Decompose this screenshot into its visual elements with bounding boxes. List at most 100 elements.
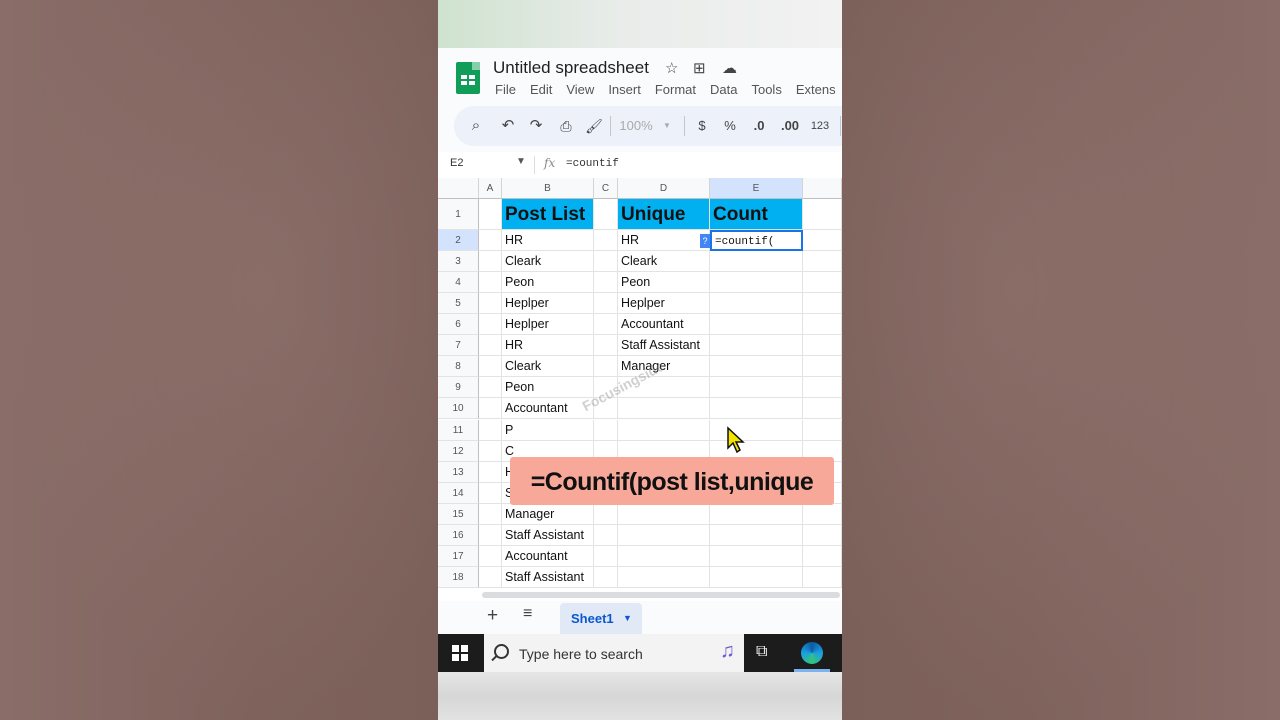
- post-list-cell[interactable]: Manager: [502, 503, 594, 525]
- grid-cell[interactable]: [594, 251, 618, 273]
- grid-cell[interactable]: [710, 566, 803, 588]
- grid-cell[interactable]: [479, 356, 502, 378]
- row-header[interactable]: 15: [438, 503, 479, 525]
- grid-cell[interactable]: [710, 398, 803, 420]
- task-view-icon[interactable]: ⧉: [756, 643, 767, 661]
- post-list-cell[interactable]: Cleark: [502, 356, 594, 378]
- grid-cell[interactable]: [803, 566, 842, 588]
- grid-cell[interactable]: [710, 377, 803, 399]
- grid-cell[interactable]: [479, 524, 502, 546]
- paint-format-icon[interactable]: 🖌: [584, 106, 604, 146]
- grid-cell[interactable]: [803, 524, 842, 546]
- grid-cell[interactable]: [479, 293, 502, 315]
- row-header[interactable]: 11: [438, 419, 479, 441]
- header-cell-unique[interactable]: Unique: [618, 199, 710, 230]
- row-header[interactable]: 10: [438, 398, 479, 420]
- post-list-cell[interactable]: P: [502, 419, 594, 441]
- menu-tools[interactable]: Tools: [751, 82, 781, 97]
- percent-format-button[interactable]: %: [722, 106, 738, 146]
- windows-start-icon[interactable]: [452, 645, 468, 661]
- active-cell-e2[interactable]: =countif(: [710, 230, 803, 251]
- grid-cell[interactable]: [594, 335, 618, 357]
- grid-cell[interactable]: [710, 524, 803, 546]
- number-format-button[interactable]: 123: [808, 106, 832, 146]
- grid-cell[interactable]: [803, 272, 842, 294]
- grid-cell[interactable]: [710, 314, 803, 336]
- column-header-b[interactable]: B: [502, 178, 594, 199]
- grid-cell[interactable]: [594, 356, 618, 378]
- menu-file[interactable]: File: [495, 82, 516, 97]
- music-widget-icon[interactable]: ♫: [720, 640, 735, 663]
- column-header-e[interactable]: E: [710, 178, 803, 199]
- post-list-cell[interactable]: Heplper: [502, 314, 594, 336]
- currency-format-button[interactable]: $: [694, 106, 710, 146]
- grid-cell[interactable]: [803, 335, 842, 357]
- unique-cell[interactable]: Cleark: [618, 251, 710, 273]
- grid-cell[interactable]: [710, 545, 803, 567]
- grid-cell[interactable]: [710, 419, 803, 441]
- grid-cell[interactable]: [618, 503, 710, 525]
- document-title[interactable]: Untitled spreadsheet: [493, 58, 649, 78]
- grid-cell[interactable]: [479, 461, 502, 483]
- print-icon[interactable]: ⎙: [556, 106, 576, 146]
- grid-cell[interactable]: [594, 524, 618, 546]
- row-header[interactable]: 9: [438, 377, 479, 399]
- menu-insert[interactable]: Insert: [608, 82, 641, 97]
- grid-cell[interactable]: [710, 503, 803, 525]
- edge-browser-icon[interactable]: [801, 642, 823, 664]
- grid-cell[interactable]: [479, 482, 502, 504]
- select-all-corner[interactable]: [438, 178, 479, 199]
- row-header[interactable]: 5: [438, 293, 479, 315]
- post-list-cell[interactable]: Staff Assistant: [502, 566, 594, 588]
- grid-cell[interactable]: [479, 335, 502, 357]
- formula-input[interactable]: =countif: [566, 158, 619, 170]
- zoom-select[interactable]: 100%: [616, 106, 656, 146]
- post-list-cell[interactable]: HR: [502, 335, 594, 357]
- grid-cell[interactable]: [479, 377, 502, 399]
- row-header[interactable]: 18: [438, 566, 479, 588]
- post-list-cell[interactable]: Staff Assistant: [502, 524, 594, 546]
- grid-cell[interactable]: [594, 272, 618, 294]
- grid-cell[interactable]: [803, 230, 842, 251]
- undo-icon[interactable]: ↶: [498, 106, 518, 146]
- sheets-logo-icon[interactable]: [456, 62, 480, 94]
- grid-cell[interactable]: [803, 419, 842, 441]
- grid-cell[interactable]: [479, 314, 502, 336]
- grid-cell[interactable]: [479, 251, 502, 273]
- grid-cell[interactable]: [710, 293, 803, 315]
- column-header-c[interactable]: C: [594, 178, 618, 199]
- grid-cell[interactable]: [594, 419, 618, 441]
- grid-cell[interactable]: [618, 566, 710, 588]
- post-list-cell[interactable]: Accountant: [502, 545, 594, 567]
- grid-cell[interactable]: [479, 545, 502, 567]
- menu-edit[interactable]: Edit: [530, 82, 552, 97]
- grid-cell[interactable]: [710, 356, 803, 378]
- row-header[interactable]: 14: [438, 482, 479, 504]
- post-list-cell[interactable]: Peon: [502, 272, 594, 294]
- menu-extensions[interactable]: Extens: [796, 82, 836, 97]
- row-header[interactable]: 1: [438, 199, 479, 230]
- decrease-decimal-button[interactable]: .0: [748, 106, 770, 146]
- redo-icon[interactable]: ↷: [526, 106, 546, 146]
- grid-cell[interactable]: [710, 272, 803, 294]
- row-header[interactable]: 7: [438, 335, 479, 357]
- sheet-tab-caret-icon[interactable]: ▼: [623, 613, 632, 623]
- grid-cell[interactable]: [618, 524, 710, 546]
- post-list-cell[interactable]: HR: [502, 230, 594, 251]
- grid-cell[interactable]: [594, 503, 618, 525]
- column-header-f[interactable]: [803, 178, 842, 199]
- cloud-status-icon[interactable]: ☁: [722, 59, 737, 77]
- unique-cell[interactable]: Heplper: [618, 293, 710, 315]
- column-header-a[interactable]: A: [479, 178, 502, 199]
- name-box-caret-icon[interactable]: ▼: [516, 156, 526, 167]
- star-icon[interactable]: ☆: [665, 59, 678, 77]
- row-header[interactable]: 17: [438, 545, 479, 567]
- row-header[interactable]: 8: [438, 356, 479, 378]
- unique-cell[interactable]: Peon: [618, 272, 710, 294]
- grid-cell[interactable]: [594, 293, 618, 315]
- row-header[interactable]: 6: [438, 314, 479, 336]
- post-list-cell[interactable]: Peon: [502, 377, 594, 399]
- grid-cell[interactable]: [803, 503, 842, 525]
- grid-cell[interactable]: [803, 356, 842, 378]
- grid-cell[interactable]: [803, 314, 842, 336]
